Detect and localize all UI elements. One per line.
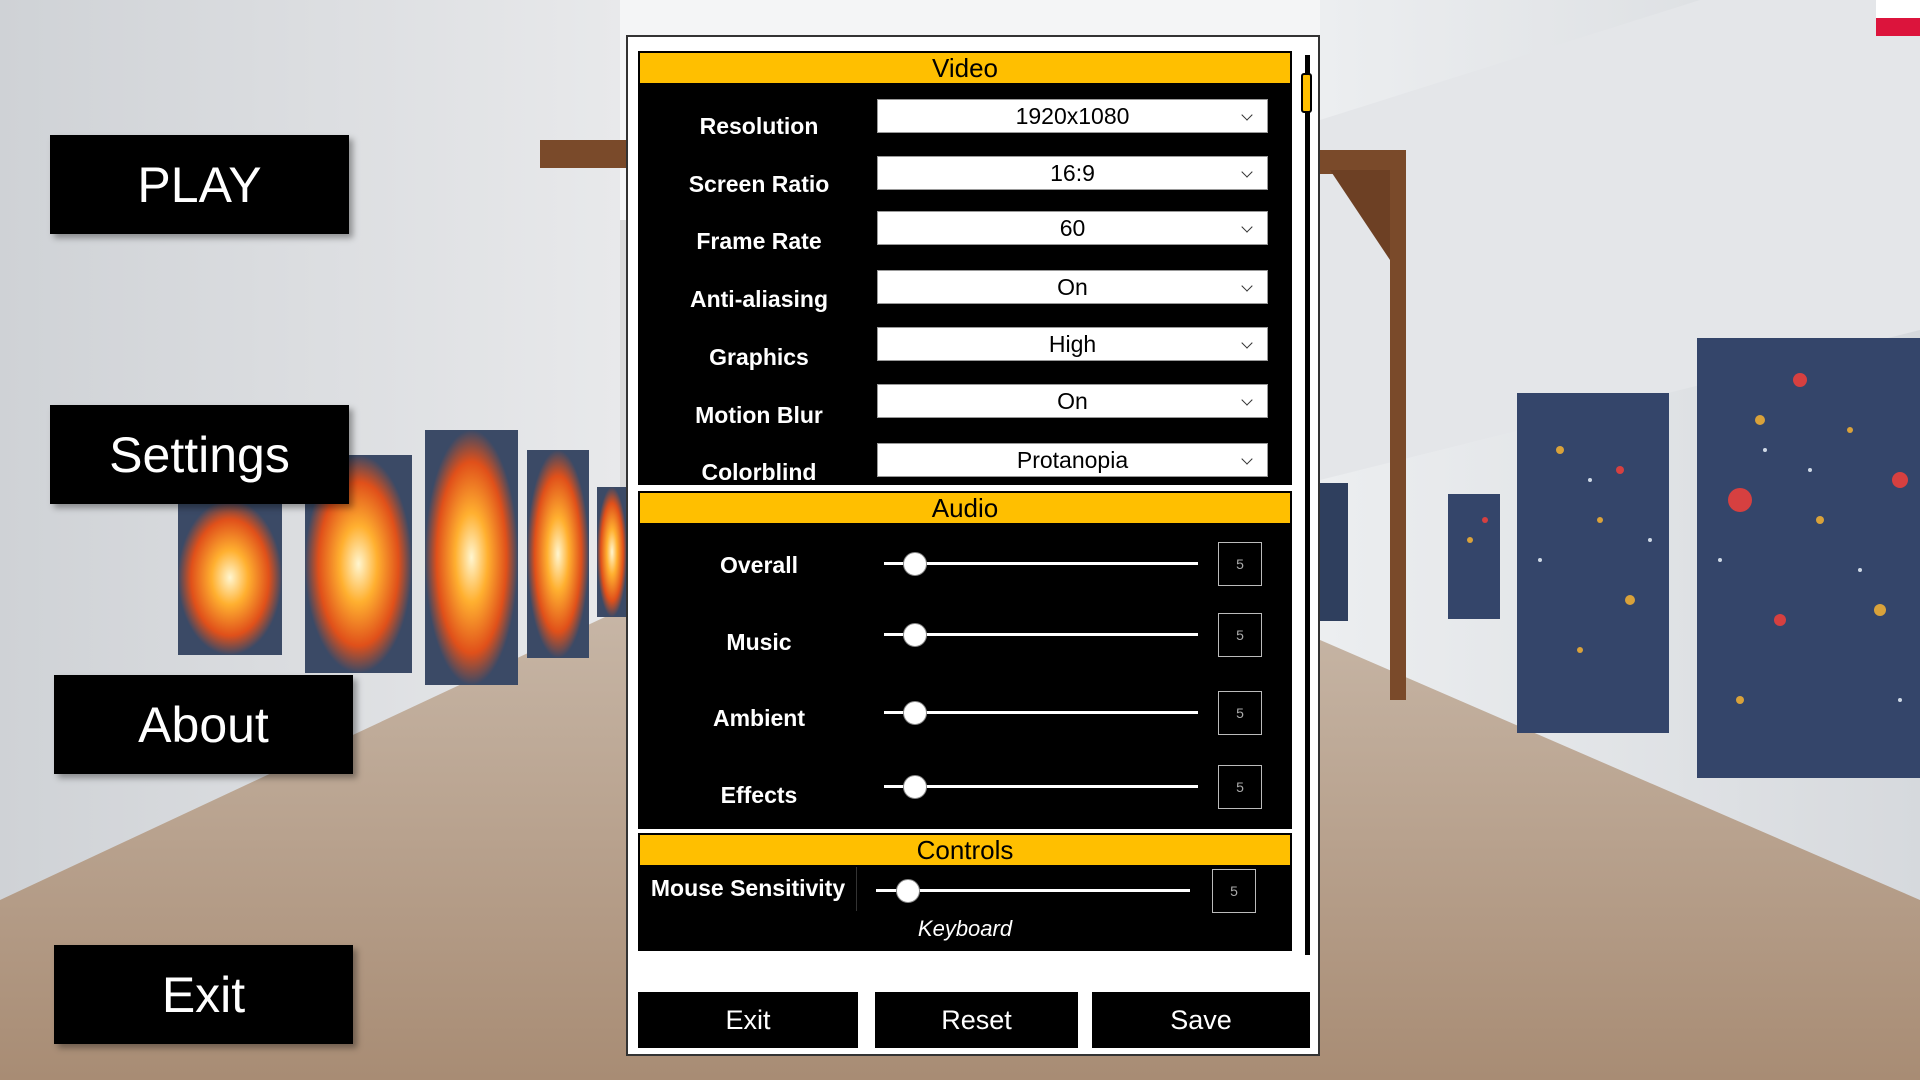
colorblind-value: Protanopia [1016, 446, 1129, 473]
graphics-value: High [1048, 330, 1097, 357]
scrollbar-thumb[interactable] [1301, 73, 1312, 113]
panel-exit-button[interactable]: Exit [638, 992, 858, 1048]
keyboard-subheader: Keyboard [917, 916, 1013, 941]
controls-section-header: Controls [638, 833, 1292, 867]
resolution-dropdown[interactable]: 1920x1080 [877, 99, 1268, 133]
resolution-value: 1920x1080 [1015, 102, 1130, 129]
ambient-slider-track[interactable] [884, 711, 1198, 714]
frame-rate-dropdown[interactable]: 60 [877, 211, 1268, 245]
ambient-label: Ambient [713, 705, 805, 731]
chevron-down-icon [1241, 166, 1253, 178]
chevron-down-icon [1241, 453, 1253, 465]
frame-rate-value: 60 [1059, 214, 1086, 241]
effects-slider-knob[interactable] [903, 775, 927, 799]
music-value-box[interactable]: 5 [1218, 613, 1262, 657]
chevron-down-icon [1241, 109, 1253, 121]
ambient-slider-knob[interactable] [903, 701, 927, 725]
frame-rate-label: Frame Rate [696, 228, 822, 254]
effects-value-box[interactable]: 5 [1218, 765, 1262, 809]
controls-section: Mouse Sensitivity 5 Keyboard [638, 867, 1292, 951]
effects-label: Effects [720, 782, 798, 808]
chevron-down-icon [1241, 337, 1253, 349]
ambient-value-box[interactable]: 5 [1218, 691, 1262, 735]
mouse-sensitivity-slider-track[interactable] [876, 889, 1190, 892]
video-section: Resolution 1920x1080 Screen Ratio 16:9 F… [638, 85, 1292, 485]
mouse-sensitivity-label: Mouse Sensitivity [650, 875, 846, 901]
settings-button[interactable]: Settings [50, 405, 349, 504]
flag-red-stripe [1876, 18, 1920, 36]
exit-button[interactable]: Exit [54, 945, 353, 1044]
colorblind-dropdown[interactable]: Protanopia [877, 443, 1268, 477]
overall-slider-track[interactable] [884, 562, 1198, 565]
mouse-sensitivity-slider-knob[interactable] [896, 879, 920, 903]
audio-section-header: Audio [638, 491, 1292, 525]
settings-scrollbar[interactable] [1301, 55, 1312, 955]
settings-panel: Video Resolution 1920x1080 Screen Ratio … [626, 35, 1320, 1056]
anti-aliasing-dropdown[interactable]: On [877, 270, 1268, 304]
poland-flag-icon[interactable] [1876, 0, 1920, 36]
chevron-down-icon [1241, 221, 1253, 233]
music-slider-knob[interactable] [903, 623, 927, 647]
overall-label: Overall [720, 552, 798, 578]
column-divider [856, 867, 857, 911]
flag-white-stripe [1876, 0, 1920, 18]
reset-button[interactable]: Reset [875, 992, 1078, 1048]
graphics-dropdown[interactable]: High [877, 327, 1268, 361]
anti-aliasing-label: Anti-aliasing [689, 286, 828, 312]
about-button[interactable]: About [54, 675, 353, 774]
music-slider-track[interactable] [884, 633, 1198, 636]
play-button[interactable]: PLAY [50, 135, 349, 234]
effects-slider-track[interactable] [884, 785, 1198, 788]
video-section-header: Video [638, 51, 1292, 85]
mouse-sensitivity-value-box[interactable]: 5 [1212, 869, 1256, 913]
resolution-label: Resolution [699, 113, 819, 139]
motion-blur-label: Motion Blur [695, 402, 823, 428]
audio-section: Overall 5 Music 5 Ambient 5 Effects 5 [638, 525, 1292, 829]
settings-scroll-area[interactable]: Video Resolution 1920x1080 Screen Ratio … [638, 51, 1292, 986]
music-label: Music [726, 629, 792, 655]
motion-blur-value: On [1057, 387, 1088, 414]
chevron-down-icon [1241, 394, 1253, 406]
screen-ratio-value: 16:9 [1050, 159, 1095, 186]
overall-slider-knob[interactable] [903, 552, 927, 576]
motion-blur-dropdown[interactable]: On [877, 384, 1268, 418]
save-button[interactable]: Save [1092, 992, 1310, 1048]
screen-ratio-dropdown[interactable]: 16:9 [877, 156, 1268, 190]
overall-value-box[interactable]: 5 [1218, 542, 1262, 586]
screen-ratio-label: Screen Ratio [688, 171, 830, 197]
chevron-down-icon [1241, 280, 1253, 292]
colorblind-label: Colorblind [701, 459, 817, 485]
graphics-label: Graphics [709, 344, 809, 370]
anti-aliasing-value: On [1057, 273, 1088, 300]
